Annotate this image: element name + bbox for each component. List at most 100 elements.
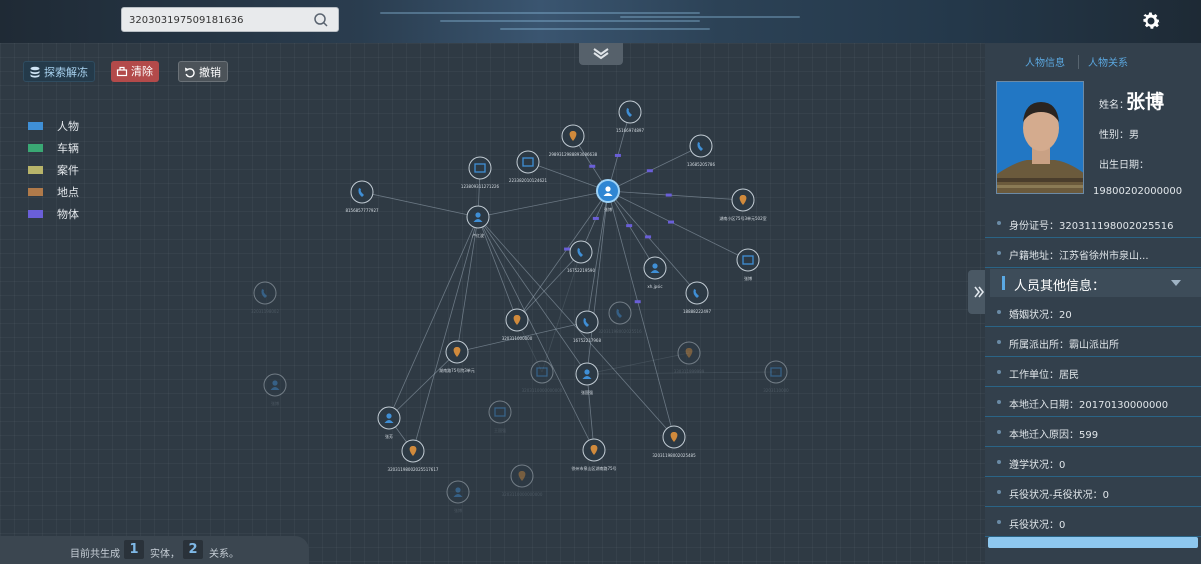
collapse-top-tab[interactable] — [579, 43, 623, 65]
panel-scrollbar[interactable] — [988, 537, 1198, 548]
undo-label: 撤销 — [199, 66, 221, 79]
explore-unfreeze-label: 探索解冻 — [44, 66, 88, 79]
graph-node-person[interactable]: 张博 — [446, 480, 470, 513]
bullet-icon — [997, 430, 1001, 434]
graph-node-phone[interactable]: 16752219590 — [567, 240, 595, 273]
graph-node-label: 123809311271226 — [461, 184, 500, 189]
graph-node-place[interactable]: 320311000000 — [502, 308, 533, 341]
relationship-graph-canvas[interactable]: 张博 15166974897 2989312988893086638 13685205… — [0, 43, 985, 564]
graph-node-phone[interactable]: 13685205786 — [687, 134, 715, 167]
edge-relation-marker[interactable] — [592, 216, 599, 220]
graph-edge[interactable] — [516, 190, 609, 321]
graph-node-person-selected[interactable]: 张博 — [596, 179, 620, 212]
edge-relation-marker[interactable] — [589, 164, 596, 168]
graph-node-circle[interactable] — [736, 248, 760, 272]
graph-node-circle[interactable] — [530, 360, 554, 384]
graph-edge[interactable] — [477, 216, 588, 375]
graph-node-label: 卢红波 — [472, 232, 484, 238]
explore-unfreeze-button[interactable]: 探索解冻 — [23, 61, 95, 82]
graph-node-place[interactable]: 徐州市泉山区湖南路75号 — [571, 438, 617, 471]
graph-edge[interactable] — [607, 111, 631, 192]
caret-down-icon[interactable] — [1171, 280, 1181, 286]
edge-relation-marker[interactable] — [645, 235, 652, 239]
graph-node-place[interactable]: 32031198002025485 — [652, 425, 696, 458]
graph-node-circle[interactable] — [764, 360, 788, 384]
undo-button[interactable]: 撤销 — [178, 61, 228, 82]
tab-person-info[interactable]: 人物信息 — [1025, 54, 1065, 69]
graph-node-phone[interactable]: 8156857777927 — [345, 180, 379, 213]
legend-label: 车辆 — [57, 142, 79, 155]
graph-node-label: 3203110000000000 — [502, 492, 543, 497]
bullet-icon — [997, 251, 1001, 255]
marital-status: 婚姻状况：20 — [1009, 310, 1072, 321]
bullet-icon — [997, 370, 1001, 374]
tab-person-relations[interactable]: 人物关系 — [1088, 54, 1128, 69]
graph-node-case[interactable]: 张博 — [736, 248, 760, 281]
graph-node-circle[interactable] — [569, 240, 593, 264]
graph-node-place[interactable]: 3203110000000000 — [502, 464, 543, 497]
search-icon[interactable] — [313, 12, 329, 28]
person-info-panel: 人物信息 人物关系 姓名： 张博 性别：男 出生日期： 198002020000… — [985, 43, 1201, 564]
graph-node-phone[interactable]: 16752217968 — [573, 310, 601, 343]
name-value: 张博 — [1126, 91, 1165, 113]
graph-node-place[interactable]: 32031198002025517617 — [388, 439, 439, 472]
graph-node-circle[interactable] — [516, 150, 540, 174]
graph-node-case[interactable]: 3203110000000000 — [522, 360, 563, 393]
graph-edge[interactable] — [607, 190, 744, 201]
gear-icon[interactable] — [1139, 9, 1163, 33]
header-accent — [1002, 276, 1005, 290]
graph-node-phone[interactable]: 32031198002025516 — [598, 301, 642, 334]
search-input[interactable] — [129, 12, 309, 28]
graph-edge[interactable] — [361, 191, 479, 218]
graph-node-label: 16752217968 — [573, 338, 601, 343]
graph-node-label: 32031198002025516 — [598, 329, 642, 334]
edge-relation-marker[interactable] — [634, 300, 641, 304]
edge-relation-marker[interactable] — [668, 220, 674, 224]
edge-relation-marker[interactable] — [665, 193, 672, 197]
person-icon — [386, 413, 392, 419]
graph-node-circle[interactable] — [618, 100, 642, 124]
graph-node-person[interactable]: 张国强 — [575, 362, 599, 395]
legend-swatch — [28, 122, 43, 130]
graph-edge[interactable] — [516, 251, 582, 321]
graph-node-phone[interactable]: 18888222497 — [683, 281, 711, 314]
graph-node-person[interactable]: xh.jpsic — [643, 256, 667, 289]
database-icon — [30, 66, 40, 78]
search-box[interactable] — [121, 7, 339, 32]
graph-edge[interactable] — [388, 216, 479, 419]
graph-node-label: 16752219590 — [567, 268, 595, 273]
edge-relation-marker[interactable] — [626, 224, 633, 228]
graph-node-circle[interactable] — [468, 156, 492, 180]
other-info-header[interactable]: 人员其他信息： — [990, 269, 1201, 297]
clear-label: 清除 — [131, 65, 153, 78]
relationship-graph[interactable]: 张博 15166974897 2989312988893086638 13685205… — [0, 43, 985, 564]
graph-node-circle[interactable] — [488, 400, 512, 424]
graph-node-place[interactable]: 330311999999 — [674, 341, 705, 374]
clear-button[interactable]: 清除 — [111, 61, 159, 82]
graph-node-phone[interactable]: 32031198002 — [251, 281, 279, 314]
graph-node-circle[interactable] — [350, 180, 374, 204]
graph-node-phone[interactable]: 15166974897 — [616, 100, 644, 133]
edge-relation-marker[interactable] — [564, 247, 571, 251]
graph-node-person[interactable]: 张博 — [263, 373, 287, 406]
graph-node-place[interactable]: 湖南小区75号3单元502室 — [719, 188, 767, 221]
graph-node-place[interactable]: 2989312988893086638 — [549, 124, 598, 157]
graph-node-case[interactable]: 123809311271226 — [461, 156, 500, 189]
graph-edge[interactable] — [477, 190, 609, 218]
chevron-right-icon — [974, 286, 985, 298]
edge-relation-marker[interactable] — [646, 169, 653, 173]
graph-node-case[interactable]: 3203110000 — [763, 360, 789, 393]
graph-node-case[interactable]: 王国强 — [488, 400, 512, 433]
graph-node-circle[interactable] — [685, 281, 709, 305]
graph-node-circle[interactable] — [253, 281, 277, 305]
graph-node-circle[interactable] — [689, 134, 713, 158]
graph-node-place[interactable]: 湖南路75号院3单元 — [439, 340, 475, 373]
graph-edge[interactable] — [412, 216, 479, 452]
graph-edge[interactable] — [607, 145, 702, 192]
graph-node-circle[interactable] — [575, 310, 599, 334]
edge-relation-marker[interactable] — [614, 153, 621, 157]
graph-edge[interactable] — [388, 351, 458, 419]
graph-edge[interactable] — [527, 161, 609, 192]
graph-node-circle[interactable] — [608, 301, 632, 325]
graph-node-person[interactable]: 张芳 — [377, 406, 401, 439]
